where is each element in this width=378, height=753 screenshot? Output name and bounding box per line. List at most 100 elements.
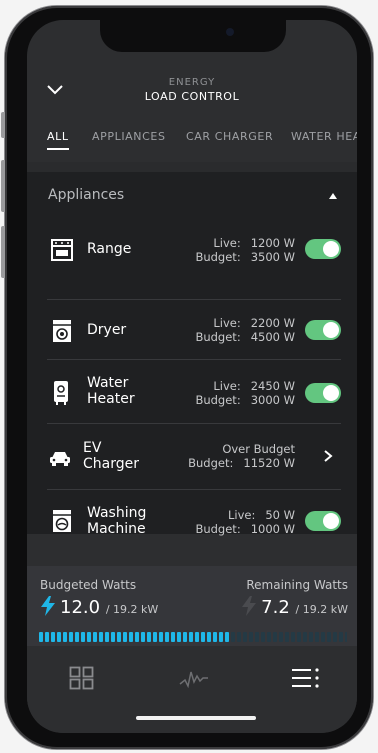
meter-segment-empty [345, 632, 347, 642]
meter-segment-filled [117, 632, 121, 642]
device-name-line1: EV [83, 440, 102, 456]
camera [226, 28, 234, 36]
volume-down-button [1, 226, 5, 278]
meter-segment-empty [255, 632, 259, 642]
range-toggle[interactable] [305, 239, 341, 259]
budget-label: Budget: [195, 330, 241, 344]
activity-icon[interactable] [179, 666, 209, 690]
meter-segment-filled [147, 632, 151, 642]
device-name: Range [87, 241, 132, 257]
budgeted-total: / 19.2 kW [105, 603, 159, 616]
meter-segment-filled [51, 632, 55, 642]
live-value: 1200 W [250, 236, 295, 250]
meter-segment-filled [207, 632, 211, 642]
meter-segment-filled [39, 632, 43, 642]
volume-up-button [1, 160, 5, 212]
meter-segment-filled [87, 632, 91, 642]
meter-segment-empty [243, 632, 247, 642]
meter-segment-empty [327, 632, 331, 642]
meter-segment-filled [225, 632, 229, 642]
tab-bar: ALL APPLIANCES CAR CHARGER WATER HEA [27, 120, 357, 160]
meter-segment-filled [45, 632, 49, 642]
meter-segment-filled [153, 632, 157, 642]
collapse-triangle-icon[interactable] [329, 193, 337, 199]
dryer-icon [53, 320, 71, 342]
device-name-line1: Washing [87, 505, 147, 521]
appliances-panel: Appliances Range Live: 1200 W Budget: 3500… [27, 172, 357, 537]
range-icon [51, 239, 73, 261]
watts-summary: Budgeted Watts 12.0 / 19.2 kW Remaining … [27, 566, 357, 646]
meter-segment-filled [171, 632, 175, 642]
budget-label: Budget: [195, 522, 241, 536]
meter-segment-empty [291, 632, 295, 642]
meter-segment-filled [135, 632, 139, 642]
meter-segment-filled [129, 632, 133, 642]
meter-segment-empty [261, 632, 265, 642]
live-label: Live: [227, 508, 256, 522]
over-budget-status: Over Budget [222, 442, 295, 456]
meter-segment-empty [309, 632, 313, 642]
live-label: Live: [213, 379, 241, 393]
washing-machine-toggle[interactable] [305, 511, 341, 531]
toggle-knob [323, 241, 339, 257]
live-value: 2450 W [250, 379, 295, 393]
meter-segment-filled [159, 632, 163, 642]
tab-water-heater[interactable]: WATER HEA [291, 130, 357, 143]
budget-value: 11520 W [243, 456, 295, 470]
device-row-ev-charger[interactable]: EV Charger Over Budget Budget: 11520 W [47, 424, 341, 490]
home-indicator[interactable] [136, 716, 256, 720]
meter-segment-filled [213, 632, 217, 642]
device-row-water-heater: Water Heater Live: 2450 W Budget: 3000 W [47, 360, 341, 424]
meter-segment-filled [177, 632, 181, 642]
meter-segment-filled [141, 632, 145, 642]
device-name: Washing Machine [87, 505, 146, 537]
device-name-line2: Heater [87, 391, 135, 407]
device-stats: Over Budget Budget: 11520 W [185, 442, 295, 470]
meter-segment-empty [267, 632, 271, 642]
budget-label: Budget: [195, 393, 241, 407]
mute-switch [1, 112, 5, 138]
remaining-value-number: 7.2 [261, 597, 290, 618]
tab-appliances[interactable]: APPLIANCES [92, 130, 166, 143]
live-value: 2200 W [250, 316, 295, 330]
budget-label: Budget: [188, 456, 234, 470]
meter-segment-filled [93, 632, 97, 642]
device-stats: Live: 50 W Budget: 1000 W [193, 508, 295, 536]
device-name-line2: Charger [83, 456, 139, 472]
live-value: 50 W [265, 508, 295, 522]
meter-segment-filled [75, 632, 79, 642]
budgeted-watts-label: Budgeted Watts [40, 578, 137, 592]
device-name: EV Charger [83, 440, 139, 472]
meter-segment-empty [285, 632, 289, 642]
meter-segment-filled [99, 632, 103, 642]
budget-label: Budget: [195, 250, 241, 264]
meter-segment-filled [57, 632, 61, 642]
dashboard-icon[interactable] [69, 666, 95, 690]
device-row-washing-machine: Washing Machine Live: 50 W Budget: 1000 W [47, 490, 341, 537]
device-name: Dryer [87, 322, 127, 338]
device-name-line2: Machine [87, 521, 146, 537]
budget-value: 3500 W [250, 250, 295, 264]
dryer-toggle[interactable] [305, 320, 341, 340]
tab-car-charger[interactable]: CAR CHARGER [186, 130, 273, 143]
menu-icon[interactable] [291, 666, 321, 690]
meter-segment-filled [63, 632, 67, 642]
section-title: Appliances [48, 187, 125, 203]
meter-segment-empty [315, 632, 319, 642]
remaining-watts-label: Remaining Watts [246, 578, 348, 592]
water-heater-icon [54, 381, 68, 405]
meter-segment-empty [279, 632, 283, 642]
car-icon [50, 452, 70, 466]
water-heater-toggle[interactable] [305, 383, 341, 403]
budget-value: 3000 W [250, 393, 295, 407]
meter-segment-empty [333, 632, 337, 642]
meter-segment-empty [303, 632, 307, 642]
meter-segment-filled [183, 632, 187, 642]
device-row-range: Range Live: 1200 W Budget: 3500 W [47, 222, 341, 276]
budgeted-watts-value: 12.0 / 19.2 kW [40, 596, 158, 618]
tab-all[interactable]: ALL [47, 130, 69, 143]
meter-segment-empty [237, 632, 241, 642]
washing-machine-icon [53, 510, 71, 532]
chevron-right-icon[interactable] [323, 450, 333, 462]
budgeted-value-number: 12.0 [60, 597, 101, 618]
